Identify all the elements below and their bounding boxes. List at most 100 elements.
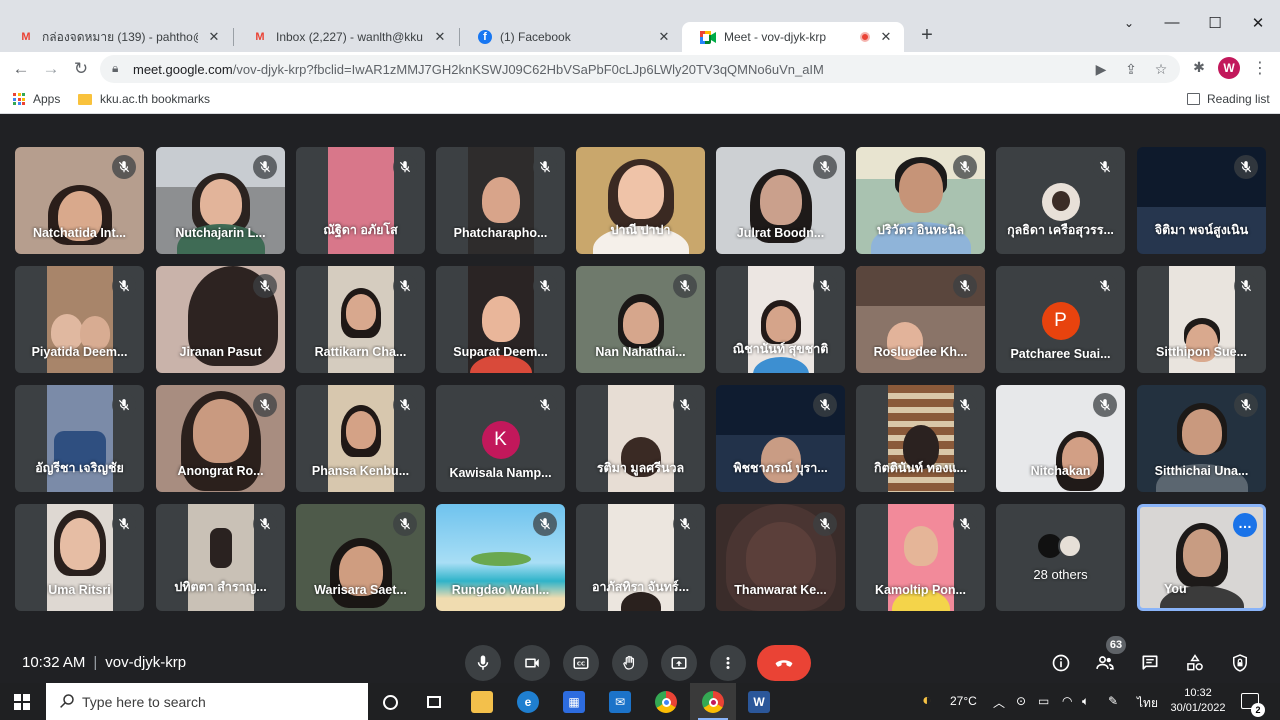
show-hidden-icons[interactable]: ︿: [993, 694, 1005, 711]
raise-hand-button[interactable]: [612, 645, 648, 681]
participant-tile[interactable]: K Kawisala Namp...: [436, 385, 565, 492]
leave-call-button[interactable]: [757, 645, 811, 681]
participant-tile[interactable]: Suparat Deem...: [436, 266, 565, 373]
camera-button[interactable]: [514, 645, 550, 681]
reading-list[interactable]: Reading list: [1187, 92, 1270, 106]
share-icon[interactable]: ⇪: [1122, 61, 1140, 78]
close-icon[interactable]: ✕: [656, 29, 672, 45]
minimize-icon[interactable]: —: [1162, 14, 1182, 31]
participant-tile[interactable]: ณิชานันท์ สุขชาติ: [716, 266, 845, 373]
mail-icon[interactable]: ✉: [609, 691, 631, 713]
close-icon[interactable]: ✕: [878, 29, 894, 45]
windows-start-icon[interactable]: [14, 694, 30, 710]
participant-tile[interactable]: กุลธิดา เครือสุวรร...: [996, 147, 1125, 254]
participant-name: Rattikarn Cha...: [314, 345, 407, 359]
tab-facebook[interactable]: f (1) Facebook ✕: [460, 22, 682, 52]
participant-tile[interactable]: กิตตินันท์ ทองแ...: [856, 385, 985, 492]
reload-icon[interactable]: ↻: [70, 58, 92, 80]
close-icon[interactable]: ✕: [432, 29, 448, 45]
activities-button[interactable]: [1183, 651, 1207, 675]
address-bar[interactable]: 🔒︎ meet.google.com/vov-djyk-krp?fbclid=I…: [100, 55, 1180, 83]
store-icon[interactable]: ▦: [563, 691, 585, 713]
chrome-profile-icon[interactable]: [702, 691, 724, 713]
camera-permission-icon[interactable]: ▶︎: [1092, 61, 1110, 78]
participant-tile[interactable]: Rungdao Wanl...: [436, 504, 565, 611]
participant-tile[interactable]: Kamoltip Pon...: [856, 504, 985, 611]
close-icon[interactable]: ✕: [206, 29, 222, 45]
meeting-info: 10:32 AM | vov-djyk-krp: [22, 654, 187, 671]
others-tile[interactable]: 28 others: [996, 504, 1125, 611]
pen-icon[interactable]: ✎: [1108, 694, 1118, 708]
participant-tile[interactable]: Anongrat Ro...: [156, 385, 285, 492]
microphone-button[interactable]: [465, 645, 501, 681]
more-options-icon[interactable]: …: [1233, 513, 1257, 537]
volume-icon[interactable]: 🔈︎: [1082, 694, 1089, 709]
lock-icon[interactable]: 🔒︎: [112, 61, 118, 76]
tab-meet[interactable]: Meet - vov-djyk-krp ✕: [682, 22, 904, 52]
self-tile[interactable]: … You: [1137, 504, 1266, 611]
forward-icon[interactable]: →: [40, 58, 62, 80]
extensions-icon[interactable]: ✱: [1190, 59, 1208, 76]
participant-tile[interactable]: Sitthipon Sue...: [1137, 266, 1266, 373]
participant-tile[interactable]: Uma Ritsri: [15, 504, 144, 611]
participant-tile[interactable]: Jiranan Pasut: [156, 266, 285, 373]
participant-tile[interactable]: ปาณี ปาปา: [576, 147, 705, 254]
edge-icon[interactable]: e: [517, 691, 539, 713]
tab-gmail-th[interactable]: M กล่องจดหมาย (139) - pahtho@gm ✕: [0, 22, 232, 52]
back-icon[interactable]: ←: [10, 58, 32, 80]
participant-tile[interactable]: Thanwarat Ke...: [716, 504, 845, 611]
participant-tile[interactable]: P Patcharee Suai...: [996, 266, 1125, 373]
participant-tile[interactable]: ปทิตตา สำราญ...: [156, 504, 285, 611]
participant-tile[interactable]: Rattikarn Cha...: [296, 266, 425, 373]
participant-tile[interactable]: Nan Nahathai...: [576, 266, 705, 373]
participant-tile[interactable]: Warisara Saet...: [296, 504, 425, 611]
chat-button[interactable]: [1138, 651, 1162, 675]
participant-tile[interactable]: ปริวัตร อินทะนิล: [856, 147, 985, 254]
participant-tile[interactable]: Julrat Boodn...: [716, 147, 845, 254]
kku-bookmarks-folder[interactable]: kku.ac.th bookmarks: [78, 92, 210, 106]
meeting-details-button[interactable]: [1049, 651, 1073, 675]
participant-tile[interactable]: รติมา มูลศรีนวล: [576, 385, 705, 492]
weather-icon[interactable]: ◐: [922, 692, 932, 710]
task-view-icon[interactable]: [423, 691, 445, 713]
apps-bookmark[interactable]: Apps: [13, 92, 60, 106]
taskbar-search[interactable]: Type here to search: [46, 683, 368, 720]
word-icon[interactable]: W: [748, 691, 770, 713]
chrome-menu-icon[interactable]: ⋮: [1252, 58, 1268, 78]
window-close-icon[interactable]: ✕: [1248, 14, 1268, 32]
wifi-icon[interactable]: ◠: [1062, 694, 1072, 708]
participant-tile[interactable]: อาภัสทิรา จันทร์...: [576, 504, 705, 611]
participant-tile[interactable]: Sitthichai Una...: [1137, 385, 1266, 492]
captions-button[interactable]: CC: [563, 645, 599, 681]
cortana-icon[interactable]: [379, 691, 401, 713]
participant-tile[interactable]: Piyatida Deem...: [15, 266, 144, 373]
temperature[interactable]: 27°C: [950, 694, 977, 708]
new-tab-button[interactable]: +: [915, 24, 939, 47]
participant-tile[interactable]: ณัฐิดา อภัยโส: [296, 147, 425, 254]
participant-tile[interactable]: จิติมา พจน์สูงเนิน: [1137, 147, 1266, 254]
more-options-button[interactable]: [710, 645, 746, 681]
participant-tile[interactable]: Nutchajarin L...: [156, 147, 285, 254]
participant-tile[interactable]: Natchatida Int...: [15, 147, 144, 254]
participant-tile[interactable]: Phatcharapho...: [436, 147, 565, 254]
participant-name: Jiranan Pasut: [179, 345, 262, 359]
tab-search-icon[interactable]: ⌄: [1119, 16, 1139, 30]
meet-tray-icon[interactable]: ⊙: [1016, 694, 1026, 708]
file-explorer-icon[interactable]: [471, 691, 493, 713]
present-button[interactable]: [661, 645, 697, 681]
profile-avatar[interactable]: W: [1218, 57, 1240, 79]
participant-tile[interactable]: Rosluedee Kh...: [856, 266, 985, 373]
chrome-icon[interactable]: [655, 691, 677, 713]
taskbar-clock[interactable]: 10:32 30/01/2022: [1160, 686, 1236, 716]
participant-tile[interactable]: Phansa Kenbu...: [296, 385, 425, 492]
participant-tile[interactable]: อัญรีชา เจริญชัย: [15, 385, 144, 492]
battery-icon[interactable]: ▭: [1038, 694, 1049, 708]
tab-gmail-inbox[interactable]: M Inbox (2,227) - wanlth@kku.ac.th ✕: [234, 22, 458, 52]
participant-tile[interactable]: Nitchakan: [996, 385, 1125, 492]
bookmark-star-icon[interactable]: ☆: [1152, 61, 1170, 78]
people-button[interactable]: [1093, 651, 1117, 675]
host-controls-button[interactable]: [1228, 651, 1252, 675]
maximize-icon[interactable]: ☐: [1205, 14, 1225, 32]
language-indicator[interactable]: ไทย: [1137, 694, 1158, 713]
participant-tile[interactable]: พิชชาภรณ์ บุรา...: [716, 385, 845, 492]
